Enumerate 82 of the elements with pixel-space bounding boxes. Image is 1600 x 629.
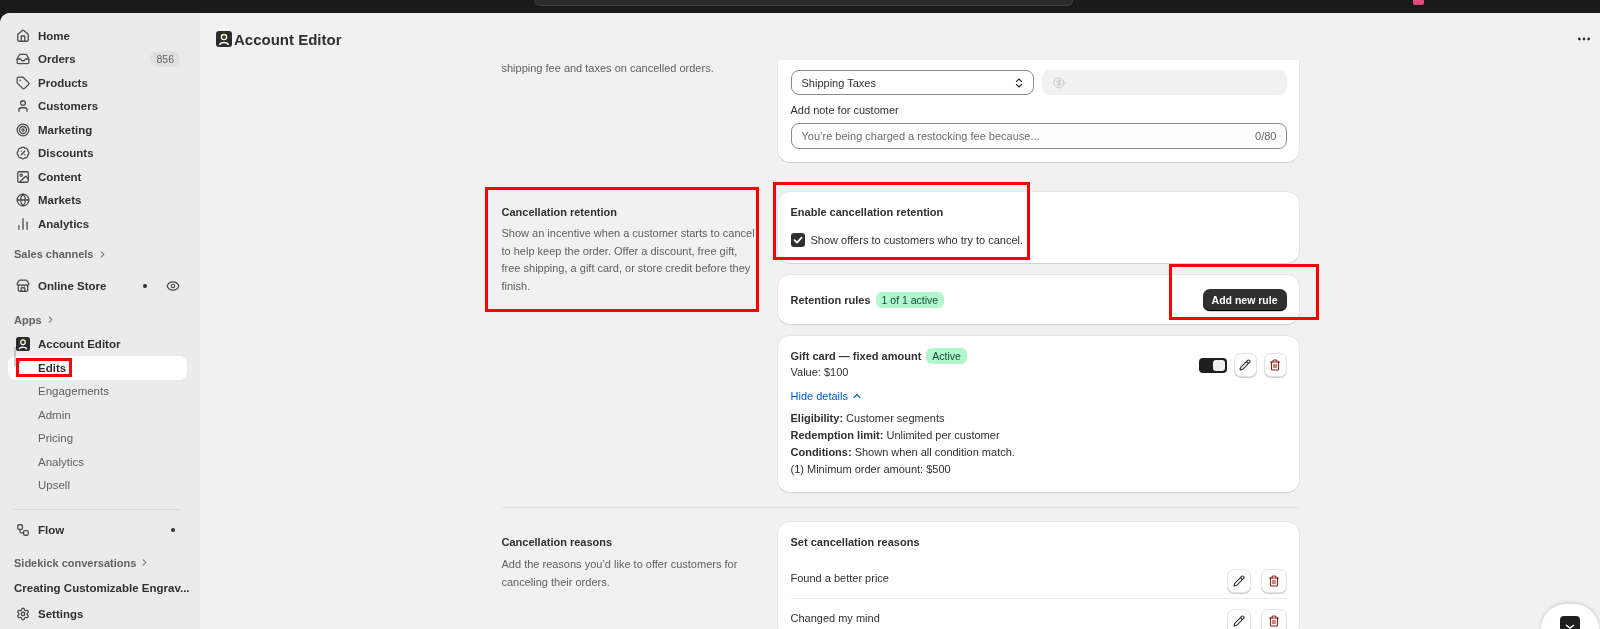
detail-text: Redemption limit: Unlimited per customer xyxy=(790,428,1001,443)
app-icon xyxy=(216,31,232,47)
store-icon xyxy=(16,278,30,293)
pencil-icon xyxy=(1232,574,1245,587)
settings-icon xyxy=(16,607,30,622)
edit-button[interactable] xyxy=(1233,353,1257,377)
detail-text: Eligibility: Customer segments xyxy=(790,411,946,426)
nav-item[interactable]: Orders 856 xyxy=(8,47,187,71)
delete-button[interactable] xyxy=(1263,353,1287,377)
pencil-icon xyxy=(1232,615,1245,627)
section-title: Cancellation retention xyxy=(501,205,619,220)
nav-item[interactable]: Flow xyxy=(8,518,187,542)
eye-icon[interactable] xyxy=(166,278,180,293)
delete-button[interactable] xyxy=(1260,609,1287,629)
field-label: Add note for customer xyxy=(790,103,900,118)
nav-item[interactable]: Markets xyxy=(8,188,187,212)
nav-item[interactable]: Home xyxy=(8,24,187,48)
rule-title: Gift card — fixed amount xyxy=(790,349,922,364)
delete-button[interactable] xyxy=(1260,568,1287,593)
reason-text: Found a better price xyxy=(790,570,889,586)
nav-item[interactable]: Admin xyxy=(8,403,187,427)
nav-item[interactable]: Marketing xyxy=(8,118,187,142)
home-icon xyxy=(16,28,30,43)
nav-item[interactable]: Pricing xyxy=(8,426,187,450)
add-rule-button[interactable]: Add new rule xyxy=(1202,288,1287,311)
nav-item[interactable]: Analytics xyxy=(8,450,187,474)
detail-text: Conditions: Shown when all condition match. xyxy=(790,445,1015,460)
percent-badge-icon xyxy=(16,146,30,161)
section-link[interactable]: Sales channels xyxy=(14,244,108,264)
globe-icon xyxy=(16,193,30,208)
nav-item[interactable]: Products xyxy=(8,71,187,95)
target-icon xyxy=(16,122,30,137)
pencil-icon xyxy=(1239,359,1251,371)
section-link[interactable]: Sidekick conversations xyxy=(14,552,151,573)
page-title: Account Editor xyxy=(234,30,342,48)
rule-value: Value: $100 xyxy=(790,365,850,380)
workflow-icon xyxy=(16,522,30,537)
section-description: Add the reasons you’d like to offer customers for canceling their orders. xyxy=(501,557,739,590)
nav-item[interactable]: Customers xyxy=(8,94,187,118)
tree-connector-icon xyxy=(14,347,22,366)
nav-item[interactable]: Analytics xyxy=(8,212,187,236)
status-badge: Active xyxy=(926,348,967,364)
nav-item[interactable]: Engagements xyxy=(8,379,187,403)
section-title: Cancellation reasons xyxy=(501,535,614,550)
app-icon xyxy=(16,337,30,352)
tab-icon[interactable] xyxy=(1413,0,1424,5)
trash-icon xyxy=(1269,359,1281,371)
nav-item[interactable]: Account Editor xyxy=(8,332,187,356)
checkbox[interactable] xyxy=(790,233,805,247)
section-description: Show an incentive when a customer starts to cancel to help keep the order. Offer a discount, free gift, free shipping, a gift card, or store credit before they finish. xyxy=(501,226,756,294)
image-icon xyxy=(16,169,30,184)
chat-icon xyxy=(1560,616,1580,629)
tag-icon xyxy=(16,75,30,90)
count-badge: 856 xyxy=(150,51,180,68)
details-toggle-link[interactable]: Hide details xyxy=(790,387,863,404)
status-badge: 1 of 1 active xyxy=(875,291,945,308)
detail-text: (1) Minimum order amount: $500 xyxy=(790,462,952,477)
character-count: 0/80 xyxy=(1255,130,1277,142)
chat-button[interactable] xyxy=(1541,604,1599,629)
edit-button[interactable] xyxy=(1226,568,1251,593)
bar-chart-icon xyxy=(16,216,30,231)
nav-item[interactable]: Upsell xyxy=(8,473,187,497)
conversation-link[interactable]: Creating Customizable Engrav... xyxy=(14,575,200,600)
card-title: Set cancellation reasons xyxy=(790,535,921,550)
nav-item[interactable]: Content xyxy=(8,165,187,189)
dollar-icon xyxy=(1052,76,1065,89)
checkbox-label[interactable]: Show offers to customers who try to cancel. xyxy=(810,234,1024,246)
trash-icon xyxy=(1267,574,1280,587)
card-title: Enable cancellation retention xyxy=(790,205,945,220)
section-link[interactable]: Apps xyxy=(14,309,56,330)
nav-item[interactable]: Online Store xyxy=(8,274,187,298)
inbox-icon xyxy=(16,52,30,67)
select-field[interactable]: Shipping Taxes xyxy=(790,70,1034,95)
section-description: shipping fee and taxes on cancelled orders. xyxy=(501,61,715,76)
card-title: Retention rules xyxy=(790,292,871,308)
nav-item[interactable]: Discounts xyxy=(8,141,187,165)
nav-item[interactable]: Settings xyxy=(8,602,187,626)
trash-icon xyxy=(1267,615,1280,627)
reason-text: Changed my mind xyxy=(790,611,880,626)
person-icon xyxy=(16,99,30,114)
toggle-switch[interactable] xyxy=(1198,357,1227,373)
edit-button[interactable] xyxy=(1226,609,1251,629)
